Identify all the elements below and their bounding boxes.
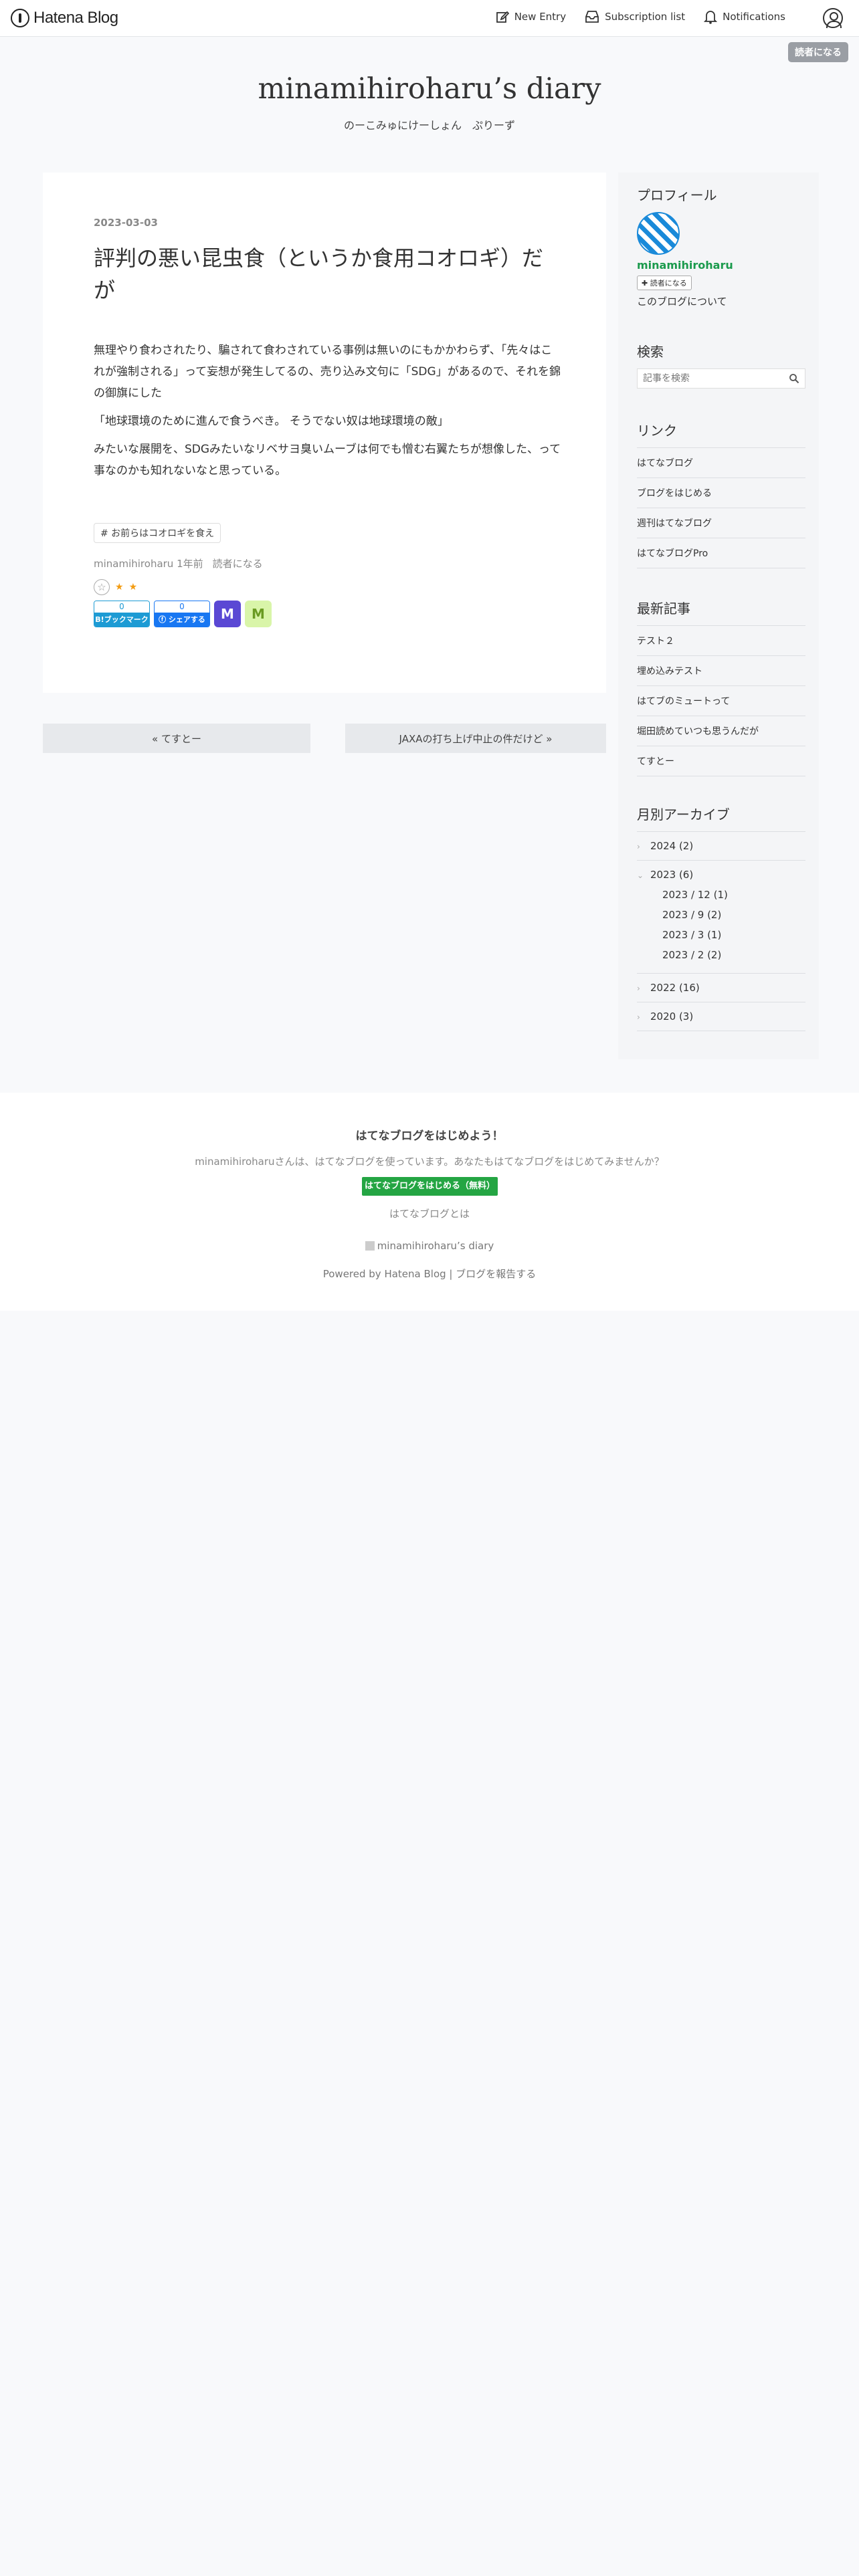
sidebar-link-item[interactable]: はてなブログPro: [637, 538, 805, 568]
about-hatena-blog-link[interactable]: はてなブログとは: [0, 1206, 859, 1220]
bookmark-count: 0: [94, 601, 149, 613]
star-icon[interactable]: ★: [115, 582, 124, 593]
entry-date[interactable]: 2023-03-03: [94, 217, 158, 229]
author-name[interactable]: minamihiroharu 1年前: [94, 556, 203, 570]
archive-month-item[interactable]: 2023 / 3 (1): [662, 925, 805, 945]
prev-entry-link[interactable]: « てすとー: [43, 724, 310, 753]
entry-paragraph: みたいな展開を、SDGみたいなリベサヨ臭いムーブは何でも憎む右翼たちが想像した、…: [94, 443, 561, 477]
search-module: 検索: [637, 341, 805, 389]
archive-year-label: 2020 (3): [650, 1010, 694, 1023]
entry-paragraph: 無理やり食わされたり、騙されて食わされている事例は無いのにもかかわらず、「先々は…: [94, 344, 561, 400]
footer-title: はてなブログをはじめよう！: [355, 1130, 504, 1143]
sidebar-link-item[interactable]: ブログをはじめる: [637, 477, 805, 508]
recent-entry-item[interactable]: 埋め込みテスト: [637, 655, 805, 685]
recent-entries-module: 最新記事 テスト２ 埋め込みテスト はてブのミュートって 堀田読めていつも思うん…: [637, 598, 805, 776]
powered-by[interactable]: Powered by Hatena Blog | ブログを報告する: [0, 1267, 859, 1281]
entry-body: 無理やり食わされたり、騙されて食わされている事例は無いのにもかかわらず、「先々は…: [94, 340, 562, 488]
edit-icon: [496, 11, 509, 23]
search-title: 検索: [637, 344, 664, 360]
inbox-icon: [585, 11, 599, 23]
entry-footer-meta: minamihiroharu 1年前 読者になる: [94, 556, 263, 570]
recent-entry-item[interactable]: はてブのミュートって: [637, 685, 805, 716]
recent-title: 最新記事: [637, 601, 690, 617]
profile-name[interactable]: minamihiroharu: [637, 259, 805, 272]
sidebar-link-item[interactable]: はてなブログ: [637, 447, 805, 477]
profile-title: プロフィール: [637, 187, 717, 203]
notifications-link[interactable]: Notifications: [704, 9, 785, 24]
archive-months: 2023 / 12 (1) 2023 / 9 (2) 2023 / 3 (1) …: [637, 881, 805, 965]
hatena-bookmark-button[interactable]: 0 B!ブックマーク: [94, 601, 150, 627]
search-input[interactable]: [643, 373, 777, 384]
archive-year-label: 2022 (16): [650, 982, 700, 994]
blog-description: のーこみゅにけーしょん ぷりーず: [343, 119, 515, 132]
archive-year-label: 2023 (6): [650, 869, 694, 881]
blog-favicon-icon: [365, 1241, 375, 1251]
recent-entry-item[interactable]: てすとー: [637, 746, 805, 776]
sidebar-link-item[interactable]: 週刊はてなブログ: [637, 508, 805, 538]
new-entry-link[interactable]: New Entry: [496, 10, 566, 23]
user-icon[interactable]: [823, 8, 843, 28]
subscription-list-link[interactable]: Subscription list: [585, 10, 685, 23]
archive-month-item[interactable]: 2023 / 12 (1): [662, 885, 805, 905]
sidebar: プロフィール minamihiroharu ✚ 読者になる このブログについて …: [618, 173, 819, 1059]
archive-year-2020[interactable]: › 2020 (3): [637, 1002, 805, 1031]
links-title: リンク: [637, 423, 677, 439]
notifications-label: Notifications: [723, 11, 785, 23]
entry-tag[interactable]: # お前らはコオロギを食え: [94, 523, 221, 543]
bookmark-label: B!ブックマーク: [94, 613, 149, 627]
footer: はてなブログをはじめよう！ minamihiroharuさんは、はてなブログを使…: [0, 1093, 859, 1311]
hatena-blog-logo[interactable]: Hatena Blog: [11, 9, 118, 27]
about-blog-link[interactable]: このブログについて: [637, 294, 805, 308]
avatar[interactable]: [637, 212, 680, 255]
archive-year-2022[interactable]: › 2022 (16): [637, 973, 805, 1002]
blog-title[interactable]: minamihiroharu’s diary: [0, 72, 859, 106]
facebook-share-button[interactable]: 0 ⓕ シェアする: [154, 601, 210, 627]
footer-text: minamihiroharuさんは、はてなブログを使っています。あなたもはてなブ…: [195, 1156, 664, 1168]
archive-year-label: 2024 (2): [650, 840, 694, 852]
next-entry-link[interactable]: JAXAの打ち上げ中止の件だけど »: [345, 724, 606, 753]
footer-blog-link[interactable]: minamihiroharu’s diary: [0, 1240, 859, 1252]
misskey-share-icon[interactable]: M: [245, 601, 272, 627]
search-icon[interactable]: [789, 373, 799, 384]
author-name-text: minamihiroharu: [94, 558, 174, 570]
hatena-logo-icon: [11, 9, 29, 27]
subscription-list-label: Subscription list: [605, 11, 686, 23]
chevron-right-icon: ›: [637, 842, 640, 851]
entry-title[interactable]: 評判の悪い昆虫食（というか食用コオロギ）だが: [94, 242, 562, 306]
facebook-count: 0: [155, 601, 209, 613]
recent-entry-item[interactable]: 堀田読めていつも思うんだが: [637, 716, 805, 746]
add-star-icon[interactable]: ☆: [94, 579, 110, 595]
new-entry-label: New Entry: [514, 11, 567, 23]
profile-module: プロフィール minamihiroharu ✚ 読者になる このブログについて: [637, 185, 805, 308]
archive-month-item[interactable]: 2023 / 2 (2): [662, 945, 805, 965]
facebook-label: ⓕ シェアする: [155, 613, 209, 627]
chevron-down-icon: ⌄: [637, 871, 644, 880]
bell-icon: [704, 11, 718, 24]
entry-article: 2023-03-03 評判の悪い昆虫食（というか食用コオロギ）だが 無理やり食わ…: [43, 173, 606, 693]
start-blog-button[interactable]: はてなブログをはじめる（無料）: [362, 1177, 498, 1196]
footer-blog-name: minamihiroharu’s diary: [377, 1240, 494, 1252]
share-buttons: 0 B!ブックマーク 0 ⓕ シェアする M M: [94, 601, 272, 627]
subscribe-link[interactable]: 読者になる: [213, 556, 263, 570]
archive-month-item[interactable]: 2023 / 9 (2): [662, 905, 805, 925]
logo-text: Hatena Blog: [33, 9, 118, 27]
archive-year-2023[interactable]: ⌄ 2023 (6) 2023 / 12 (1) 2023 / 9 (2) 202…: [637, 860, 805, 973]
links-module: リンク はてなブログ ブログをはじめる 週刊はてなブログ はてなブログPro: [637, 420, 805, 568]
search-box: [637, 368, 805, 389]
entry-paragraph: 「地球環境のために進んで食うべき。 そうでない奴は地球環境の敵」: [94, 415, 449, 428]
archive-title: 月別アーカイブ: [637, 807, 730, 823]
mastodon-share-icon[interactable]: M: [214, 601, 241, 627]
archive-module: 月別アーカイブ › 2024 (2) ⌄ 2023 (6) 2023 / 12 (1…: [637, 804, 805, 1031]
global-header: Hatena Blog New Entry Subscription list …: [0, 0, 859, 37]
recent-entry-item[interactable]: テスト２: [637, 625, 805, 655]
hatena-stars: ☆ ★ ★: [94, 579, 137, 595]
chevron-right-icon: ›: [637, 984, 640, 993]
follow-button[interactable]: ✚ 読者になる: [637, 276, 692, 290]
global-nav: New Entry Subscription list Notification…: [496, 9, 785, 24]
archive-year-2024[interactable]: › 2024 (2): [637, 831, 805, 860]
star-icon[interactable]: ★: [129, 582, 138, 593]
relative-time: 1年前: [177, 558, 203, 570]
subscribe-reader-button[interactable]: 読者になる: [788, 42, 848, 62]
chevron-right-icon: ›: [637, 1012, 640, 1022]
